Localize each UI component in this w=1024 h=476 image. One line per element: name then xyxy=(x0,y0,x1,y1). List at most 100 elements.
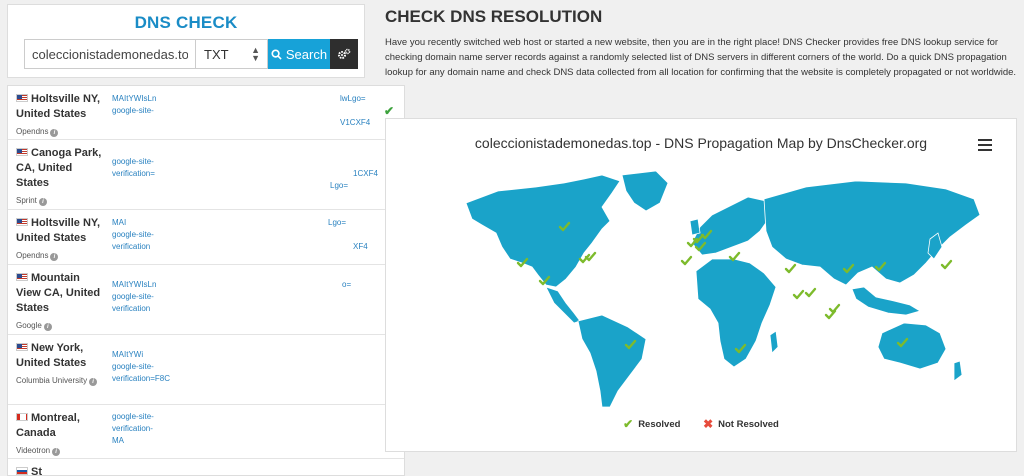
russia-flag-icon xyxy=(16,467,28,475)
isp-name: Opendns i xyxy=(16,124,106,139)
info-icon[interactable]: i xyxy=(43,323,52,331)
us-flag-icon xyxy=(16,273,28,281)
txt-line-tail: Lgo= xyxy=(328,218,347,227)
txt-record-value: MAItYWIsLn google-site- verification xyxy=(112,279,374,315)
location-name: Holtsville NY, United States xyxy=(16,93,101,120)
resolved-marker xyxy=(784,263,797,274)
land-africa xyxy=(695,258,777,368)
result-location: Holtsville NY, United States Opendns i xyxy=(16,216,106,263)
result-row: New York, United States Columbia Univers… xyxy=(8,335,404,405)
result-row: Holtsville NY, United States Opendns i MA… xyxy=(8,86,404,140)
land-uk xyxy=(689,218,701,236)
gears-icon xyxy=(338,48,351,59)
result-location: Montreal, Canada Videotron i xyxy=(16,411,106,458)
txt-line: verification- xyxy=(112,424,153,433)
select-arrows-icon: ▲ ▼ xyxy=(251,45,260,63)
propagation-map-panel: coleccionistademonedas.top - DNS Propaga… xyxy=(385,118,1017,452)
txt-line: google-site- xyxy=(112,412,154,421)
dns-check-title: DNS CHECK xyxy=(134,13,238,32)
info-icon[interactable]: i xyxy=(50,253,59,261)
legend-not-resolved[interactable]: ✖ Not Resolved xyxy=(703,417,779,431)
resolved-marker xyxy=(680,255,693,266)
txt-line: google-site- xyxy=(112,362,154,371)
legend-not-resolved-label: Not Resolved xyxy=(718,418,779,430)
land-madagascar xyxy=(769,330,779,354)
land-asia xyxy=(763,180,981,286)
txt-record-value: google-site- verification= xyxy=(112,156,374,180)
info-icon[interactable]: i xyxy=(89,378,98,386)
hamburger-menu-icon[interactable] xyxy=(978,139,992,151)
result-location: Canoga Park, CA, United States Sprint i xyxy=(16,146,106,208)
isp-label: Sprint xyxy=(16,196,37,205)
map-land xyxy=(465,170,981,408)
page-title: CHECK DNS RESOLUTION xyxy=(385,7,603,26)
result-row: Holtsville NY, United States Opendns i MA… xyxy=(8,210,404,265)
txt-line-tail: XF4 xyxy=(353,242,368,251)
land-north-america xyxy=(465,174,621,288)
result-row: Montreal, Canada Videotron i google-site-… xyxy=(8,405,404,459)
location-name: St xyxy=(31,466,42,476)
txt-record-value: MAItYWIsLn google-site- xyxy=(112,93,374,117)
cross-icon: ✖ xyxy=(703,417,714,431)
result-row: St xyxy=(8,459,404,476)
land-new-zealand xyxy=(953,360,963,382)
txt-line: google-site- xyxy=(112,106,154,115)
result-location: New York, United States Columbia Univers… xyxy=(16,341,106,388)
result-location: Holtsville NY, United States Opendns i xyxy=(16,92,106,139)
results-list: Holtsville NY, United States Opendns i MA… xyxy=(7,85,405,476)
check-icon: ✔ xyxy=(384,104,395,118)
result-row: Canoga Park, CA, United States Sprint i g… xyxy=(8,140,404,210)
txt-line: verification=F8C xyxy=(112,374,171,383)
isp-label: Opendns xyxy=(16,251,49,260)
us-flag-icon xyxy=(16,94,28,102)
record-type-select[interactable]: TXT ▲ ▼ xyxy=(195,39,268,69)
txt-record-value: google-site- verification- MA xyxy=(112,411,374,447)
location-name: Canoga Park, CA, United States xyxy=(16,147,102,189)
land-australia xyxy=(877,322,947,370)
land-greenland xyxy=(621,170,669,212)
search-button[interactable]: Search xyxy=(268,39,330,69)
isp-name: Columbia University i xyxy=(16,373,106,388)
txt-line-tail: o= xyxy=(342,280,352,289)
location-name: Holtsville NY, United States xyxy=(16,217,101,244)
domain-input[interactable] xyxy=(24,39,195,69)
info-icon[interactable]: i xyxy=(52,448,61,456)
isp-label: Opendns xyxy=(16,127,49,136)
result-location: St xyxy=(16,465,106,476)
txt-line-tail: V1CXF4 xyxy=(340,118,371,127)
canada-flag-icon xyxy=(16,413,28,421)
txt-line-tail: 1CXF4 xyxy=(353,169,378,178)
txt-line: verification= xyxy=(112,169,155,178)
page-description: Have you recently switched web host or s… xyxy=(385,37,1017,78)
info-icon[interactable]: i xyxy=(50,129,59,137)
location-name: Mountain View CA, United States xyxy=(16,272,101,314)
check-icon: ✔ xyxy=(623,417,634,431)
txt-line-tail: lwLgo= xyxy=(340,94,366,103)
txt-line: MAItYWIsLn xyxy=(112,94,157,103)
isp-label: Google xyxy=(16,321,42,330)
settings-button[interactable] xyxy=(330,39,358,69)
resolved-marker xyxy=(792,289,805,300)
resolved-marker xyxy=(828,303,841,314)
land-central-america xyxy=(545,286,581,324)
txt-record-value: MAItYWi google-site- verification=F8C xyxy=(112,349,374,385)
txt-line-tail: Lgo= xyxy=(330,181,349,190)
resolved-marker xyxy=(728,251,741,262)
info-icon[interactable]: i xyxy=(38,198,47,206)
isp-label: Videotron xyxy=(16,446,51,455)
map-legend: ✔ Resolved ✖ Not Resolved xyxy=(386,417,1016,431)
legend-resolved[interactable]: ✔ Resolved xyxy=(623,417,680,431)
isp-name: Sprint i xyxy=(16,193,106,208)
txt-line: verification xyxy=(112,242,151,251)
isp-name: Videotron i xyxy=(16,443,106,458)
resolved-marker xyxy=(804,287,817,298)
txt-line: google-site- xyxy=(112,157,154,166)
record-type-value: TXT xyxy=(204,46,229,62)
search-icon xyxy=(271,48,282,60)
isp-name: Google i xyxy=(16,318,106,333)
land-south-america xyxy=(577,314,647,408)
us-flag-icon xyxy=(16,343,28,351)
us-flag-icon xyxy=(16,148,28,156)
us-flag-icon xyxy=(16,218,28,226)
txt-line: verification xyxy=(112,304,151,313)
